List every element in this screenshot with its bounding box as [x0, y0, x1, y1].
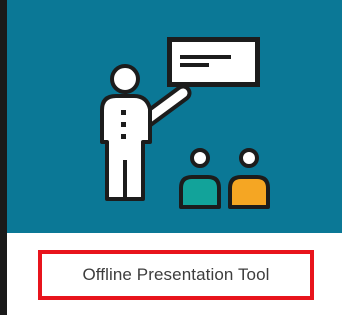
app-tile-offline-presentation-tool[interactable]: Offline Presentation Tool — [0, 0, 342, 315]
tile-banner — [7, 0, 342, 233]
presenter-head-icon — [110, 64, 140, 94]
tile-title[interactable]: Offline Presentation Tool — [82, 265, 269, 285]
audience-member-icon — [179, 148, 221, 209]
presenter-with-audience-icon — [100, 37, 270, 209]
tile-title-highlight[interactable]: Offline Presentation Tool — [38, 250, 314, 300]
tile-left-edge — [0, 0, 7, 315]
whiteboard-icon — [167, 37, 260, 87]
presenter-body-icon — [100, 94, 152, 201]
audience-member-icon — [228, 148, 270, 209]
